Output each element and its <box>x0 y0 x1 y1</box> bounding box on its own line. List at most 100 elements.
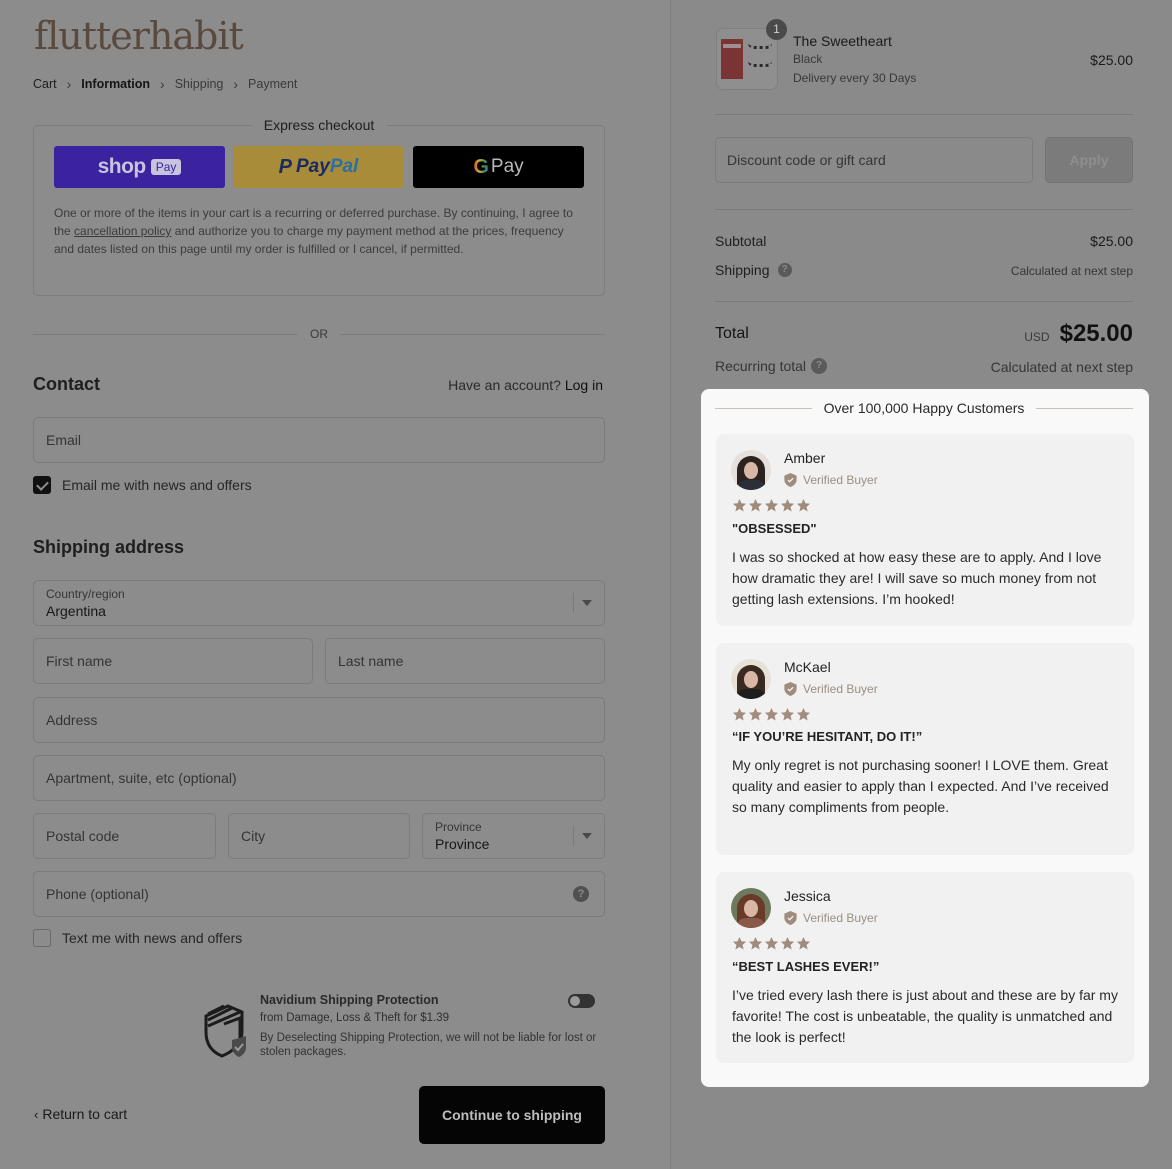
reviewer-avatar <box>731 888 771 928</box>
text-news-checkbox[interactable] <box>33 929 51 947</box>
country-value: Argentina <box>46 603 106 619</box>
last-name-field[interactable]: Last name <box>325 638 605 684</box>
contact-heading: Contact <box>33 374 100 394</box>
checkout-form-column: flutterhabit Cart › Information › Shippi… <box>0 0 671 1169</box>
help-icon[interactable]: ? <box>573 886 589 902</box>
paypal-icon: P <box>278 155 292 178</box>
total-amount: $25.00 <box>1059 320 1133 347</box>
star-icon <box>796 498 811 512</box>
paypal-logo-pay: Pay <box>296 156 330 177</box>
address-field[interactable]: Address <box>33 697 605 743</box>
help-icon[interactable]: ? <box>777 263 792 277</box>
review-body: I’ve tried every lash there is just abou… <box>732 987 1118 1045</box>
star-icon <box>748 707 763 721</box>
star-icon <box>796 707 811 721</box>
star-icon <box>780 707 795 721</box>
breadcrumb-information: Information <box>81 77 151 91</box>
cancellation-policy-link[interactable]: cancellation policy <box>74 224 171 238</box>
last-name-placeholder: Last name <box>338 653 404 669</box>
star-rating <box>732 498 812 513</box>
protection-toggle[interactable] <box>568 994 595 1008</box>
province-label: Province <box>435 820 482 834</box>
subtotal-label: Subtotal <box>715 233 767 249</box>
divider <box>715 301 1133 302</box>
postal-code-placeholder: Postal code <box>46 828 120 844</box>
divider <box>1036 407 1134 409</box>
verified-shield-icon <box>784 682 797 696</box>
review-body: I was so shocked at how easy these are t… <box>732 549 1102 607</box>
star-icon <box>748 498 763 512</box>
google-pay-label: Pay <box>490 156 524 177</box>
apply-discount-button[interactable]: Apply <box>1045 137 1133 183</box>
text-news-label: Text me with news and offers <box>62 930 243 946</box>
star-icon <box>764 707 779 721</box>
first-name-field[interactable]: First name <box>33 638 313 684</box>
breadcrumb-cart[interactable]: Cart <box>33 77 57 91</box>
phone-field[interactable]: Phone (optional) ? <box>33 871 605 917</box>
verified-shield-icon <box>784 911 797 925</box>
brand-logo[interactable]: flutterhabit <box>34 14 244 58</box>
star-icon <box>732 498 747 512</box>
verified-badge: Verified Buyer <box>784 682 878 696</box>
recurring-total-text: Recurring total <box>715 358 807 374</box>
continue-to-shipping-button[interactable]: Continue to shipping <box>419 1086 605 1144</box>
shipping-summary-value: Calculated at next step <box>1010 264 1133 278</box>
verified-label: Verified Buyer <box>803 682 878 696</box>
discount-placeholder: Discount code or gift card <box>727 152 886 168</box>
product-price: $25.00 <box>1090 52 1133 68</box>
shipping-label-text: Shipping <box>715 262 770 278</box>
help-icon[interactable]: ? <box>811 358 828 374</box>
product-delivery-frequency: Delivery every 30 Days <box>793 71 917 85</box>
review-card: Jessica Verified Buyer “BEST LASHES EVER… <box>716 872 1134 1063</box>
return-to-cart-label: Return to cart <box>42 1106 128 1122</box>
shipping-summary-label: Shipping ? <box>715 262 792 278</box>
lash-image <box>748 61 772 67</box>
phone-placeholder: Phone (optional) <box>46 886 149 902</box>
lash-image <box>748 43 772 49</box>
select-divider <box>573 826 574 846</box>
province-select[interactable]: Province Province <box>422 813 605 859</box>
city-placeholder: City <box>241 828 266 844</box>
star-icon <box>796 936 811 950</box>
account-prompt-text: Have an account? <box>448 377 561 393</box>
login-link[interactable]: Log in <box>565 377 603 393</box>
google-pay-button[interactable]: G Pay <box>413 146 584 188</box>
reviewer-name: McKael <box>784 659 831 675</box>
text-news-checkbox-row[interactable]: Text me with news and offers <box>33 929 242 947</box>
email-news-checkbox-row[interactable]: Email me with news and offers <box>33 476 252 494</box>
reviewer-avatar <box>731 450 771 490</box>
divider <box>715 407 812 409</box>
verified-label: Verified Buyer <box>803 911 878 925</box>
apartment-placeholder: Apartment, suite, etc (optional) <box>46 770 237 786</box>
breadcrumb: Cart › Information › Shipping › Payment <box>33 76 297 92</box>
email-news-checkbox[interactable] <box>33 476 51 494</box>
star-rating <box>732 936 812 951</box>
total-label: Total <box>715 325 749 342</box>
protection-subtitle: from Damage, Loss & Theft for $1.39 <box>260 1012 449 1024</box>
city-field[interactable]: City <box>228 813 410 859</box>
email-news-label: Email me with news and offers <box>62 477 252 493</box>
postal-code-field[interactable]: Postal code <box>33 813 216 859</box>
verified-shield-icon <box>784 473 797 487</box>
paypal-button[interactable]: P Pay Pal <box>233 146 404 188</box>
discount-code-field[interactable]: Discount code or gift card <box>715 137 1033 183</box>
address-placeholder: Address <box>46 712 98 728</box>
star-icon <box>780 936 795 950</box>
reviewer-avatar <box>731 659 771 699</box>
reviews-header-text: Over 100,000 Happy Customers <box>823 400 1025 416</box>
star-icon <box>732 936 747 950</box>
select-divider <box>573 593 574 613</box>
shop-pay-button[interactable]: shop Pay <box>54 146 225 188</box>
product-package-image <box>721 39 743 79</box>
star-rating <box>732 707 812 722</box>
review-body: My only regret is not purchasing sooner!… <box>732 757 1109 815</box>
return-to-cart-link[interactable]: ‹ Return to cart <box>34 1106 127 1122</box>
country-select[interactable]: Country/region Argentina <box>33 580 605 626</box>
divider <box>715 209 1133 210</box>
express-checkout-title: Express checkout <box>251 117 387 133</box>
email-field[interactable]: Email <box>33 417 605 463</box>
breadcrumb-payment: Payment <box>248 77 298 91</box>
apartment-field[interactable]: Apartment, suite, etc (optional) <box>33 755 605 801</box>
product-name: The Sweetheart <box>793 33 892 49</box>
product-variant: Black <box>793 52 823 66</box>
